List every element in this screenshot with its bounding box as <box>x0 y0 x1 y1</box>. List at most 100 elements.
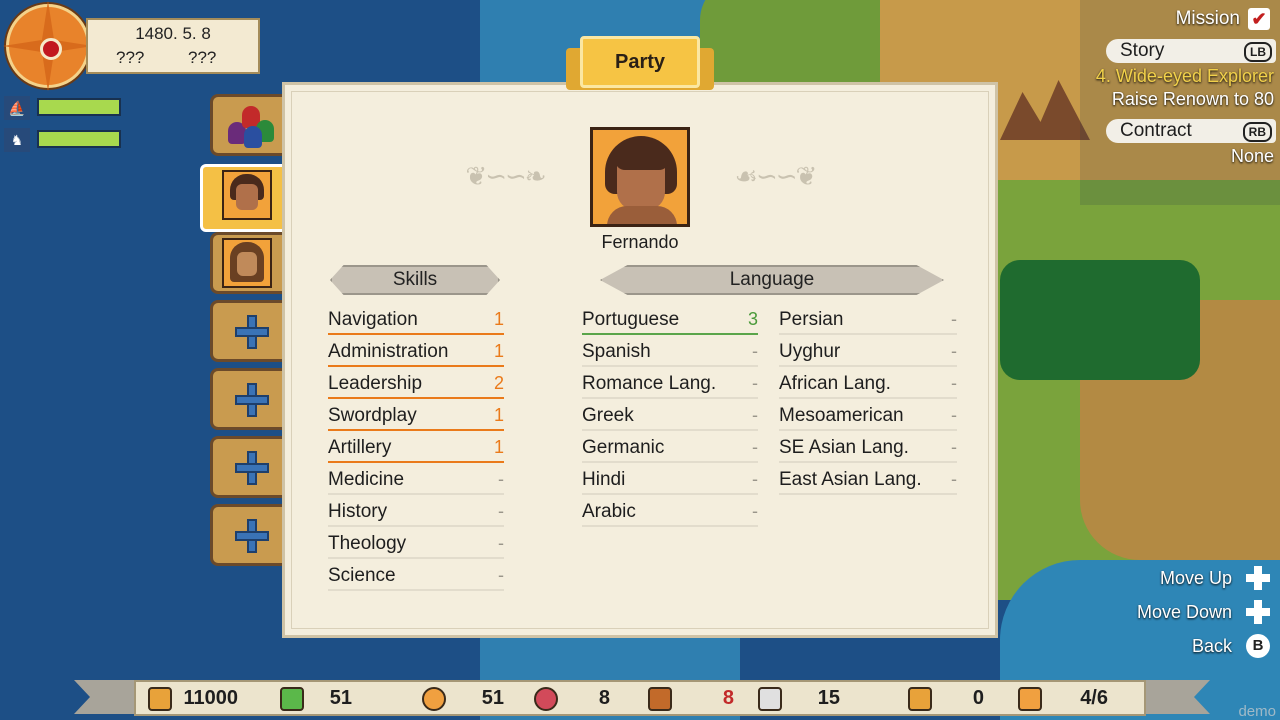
language-row-arabic[interactable]: Arabic - <box>582 501 758 527</box>
gold-value: 11000 <box>183 687 238 709</box>
dpad-icon <box>1246 566 1270 590</box>
meat-icon <box>534 687 558 711</box>
resource-wood: 8 <box>648 687 734 711</box>
contract-pill[interactable]: Contract RB <box>1106 119 1276 143</box>
dpad-icon <box>1246 600 1270 624</box>
language-name: Mesoamerican <box>779 405 904 426</box>
rb-button-icon: RB <box>1242 122 1272 142</box>
language-value: - <box>752 341 758 361</box>
b-button-icon[interactable]: B <box>1246 634 1270 658</box>
story-pill[interactable]: Story LB <box>1106 39 1276 63</box>
language-name: Romance Lang. <box>582 373 717 394</box>
skill-value: 2 <box>493 373 504 393</box>
language-row-east-asian[interactable]: East Asian Lang. - <box>779 469 957 495</box>
skill-name: Swordplay <box>328 405 417 426</box>
add-member-slot-4[interactable] <box>210 504 290 566</box>
caravan-status-row[interactable]: ♞ <box>4 128 121 152</box>
wood-icon <box>648 687 672 711</box>
ship-icon: ⛵ <box>4 96 30 120</box>
compass-center <box>40 38 62 60</box>
mission-toggle-check-icon[interactable]: ✔ <box>1248 8 1270 30</box>
move-down-hint: Move Down <box>1136 602 1232 622</box>
language-row-se-asian[interactable]: SE Asian Lang. - <box>779 437 957 463</box>
skill-row-administration[interactable]: Administration 1 <box>328 341 504 367</box>
language-row-romance[interactable]: Romance Lang. - <box>582 373 758 399</box>
language-value: - <box>951 437 957 457</box>
skill-row-history[interactable]: History - <box>328 501 504 527</box>
language-value: - <box>752 373 758 393</box>
skill-name: Administration <box>328 341 449 362</box>
caravan-icon: ♞ <box>4 128 30 152</box>
skill-row-swordplay[interactable]: Swordplay 1 <box>328 405 504 431</box>
plus-icon <box>237 453 267 483</box>
resource-gold: 11000 <box>148 687 258 711</box>
language-name: Greek <box>582 405 634 426</box>
food-value: 51 <box>481 687 504 709</box>
skill-row-leadership[interactable]: Leadership 2 <box>328 373 504 399</box>
language-row-persian[interactable]: Persian - <box>779 309 957 335</box>
resource-food: 51 <box>422 687 504 711</box>
language-row-germanic[interactable]: Germanic - <box>582 437 758 463</box>
mission-label: Mission <box>1175 8 1240 29</box>
plus-icon <box>237 521 267 551</box>
flourish-right-icon: ☙∽∽❦ <box>734 161 818 191</box>
banner-plate: Party <box>580 36 700 88</box>
add-member-slot-2[interactable] <box>210 368 290 430</box>
forest-region <box>1000 260 1200 380</box>
language-name: Hindi <box>582 469 626 490</box>
date-text: 1480. 5. 8 <box>135 24 211 43</box>
resource-crew: 15 <box>758 687 848 711</box>
skill-row-science[interactable]: Science - <box>328 565 504 591</box>
skill-row-artillery[interactable]: Artillery 1 <box>328 437 504 463</box>
portrait-shoulders <box>607 206 677 224</box>
fleet-status-row[interactable]: ⛵ <box>4 96 121 120</box>
resource-meat: 8 <box>534 687 614 711</box>
language-name: Spanish <box>582 341 651 362</box>
skill-name: Artillery <box>328 437 392 458</box>
language-name: Persian <box>779 309 844 330</box>
language-row-greek[interactable]: Greek - <box>582 405 758 431</box>
language-name: Portuguese <box>582 309 680 330</box>
fleet-durability-bar <box>37 98 121 116</box>
back-hint[interactable]: Back <box>1192 636 1232 657</box>
language-row-uyghur[interactable]: Uyghur - <box>779 341 957 367</box>
add-member-slot-3[interactable] <box>210 436 290 498</box>
gold-icon <box>148 687 172 711</box>
language-row-hindi[interactable]: Hindi - <box>582 469 758 495</box>
skill-value: 1 <box>493 341 504 361</box>
language-row-african[interactable]: African Lang. - <box>779 373 957 399</box>
language-value: - <box>951 405 957 425</box>
skill-name: Theology <box>328 533 407 554</box>
skill-row-theology[interactable]: Theology - <box>328 533 504 559</box>
wood-value: 8 <box>722 687 734 709</box>
language-value: - <box>752 469 758 489</box>
resource-goods: 0 <box>908 687 988 711</box>
language-row-spanish[interactable]: Spanish - <box>582 341 758 367</box>
skill-name: History <box>328 501 388 522</box>
resource-supplies: 51 <box>280 687 360 711</box>
language-name: Arabic <box>582 501 636 522</box>
skill-row-navigation[interactable]: Navigation 1 <box>328 309 504 335</box>
language-value: - <box>752 405 758 425</box>
skill-name: Medicine <box>328 469 405 490</box>
unknown-value-2: ??? <box>188 48 217 67</box>
language-value: - <box>951 469 957 489</box>
skill-row-medicine[interactable]: Medicine - <box>328 469 504 495</box>
party-member-2-portrait <box>222 238 272 288</box>
skill-value: - <box>498 533 504 553</box>
flourish-left-icon: ❦∽∽❧ <box>465 161 546 191</box>
language-name: Uyghur <box>779 341 841 362</box>
language-name: East Asian Lang. <box>779 469 922 490</box>
fernando-portrait-small <box>222 170 272 220</box>
compass-icon[interactable] <box>6 4 90 88</box>
language-row-mesoamerican[interactable]: Mesoamerican - <box>779 405 957 431</box>
add-member-slot-1[interactable] <box>210 300 290 362</box>
sailor-icon <box>758 687 782 711</box>
skill-value: 1 <box>493 437 504 457</box>
member-dot <box>244 126 262 148</box>
plus-icon <box>237 317 267 347</box>
language-row-portuguese[interactable]: Portuguese 3 <box>582 309 758 335</box>
story-goal: Raise Renown to 80 <box>1111 89 1274 109</box>
skill-name: Leadership <box>328 373 423 394</box>
goods-value: 0 <box>972 687 984 709</box>
